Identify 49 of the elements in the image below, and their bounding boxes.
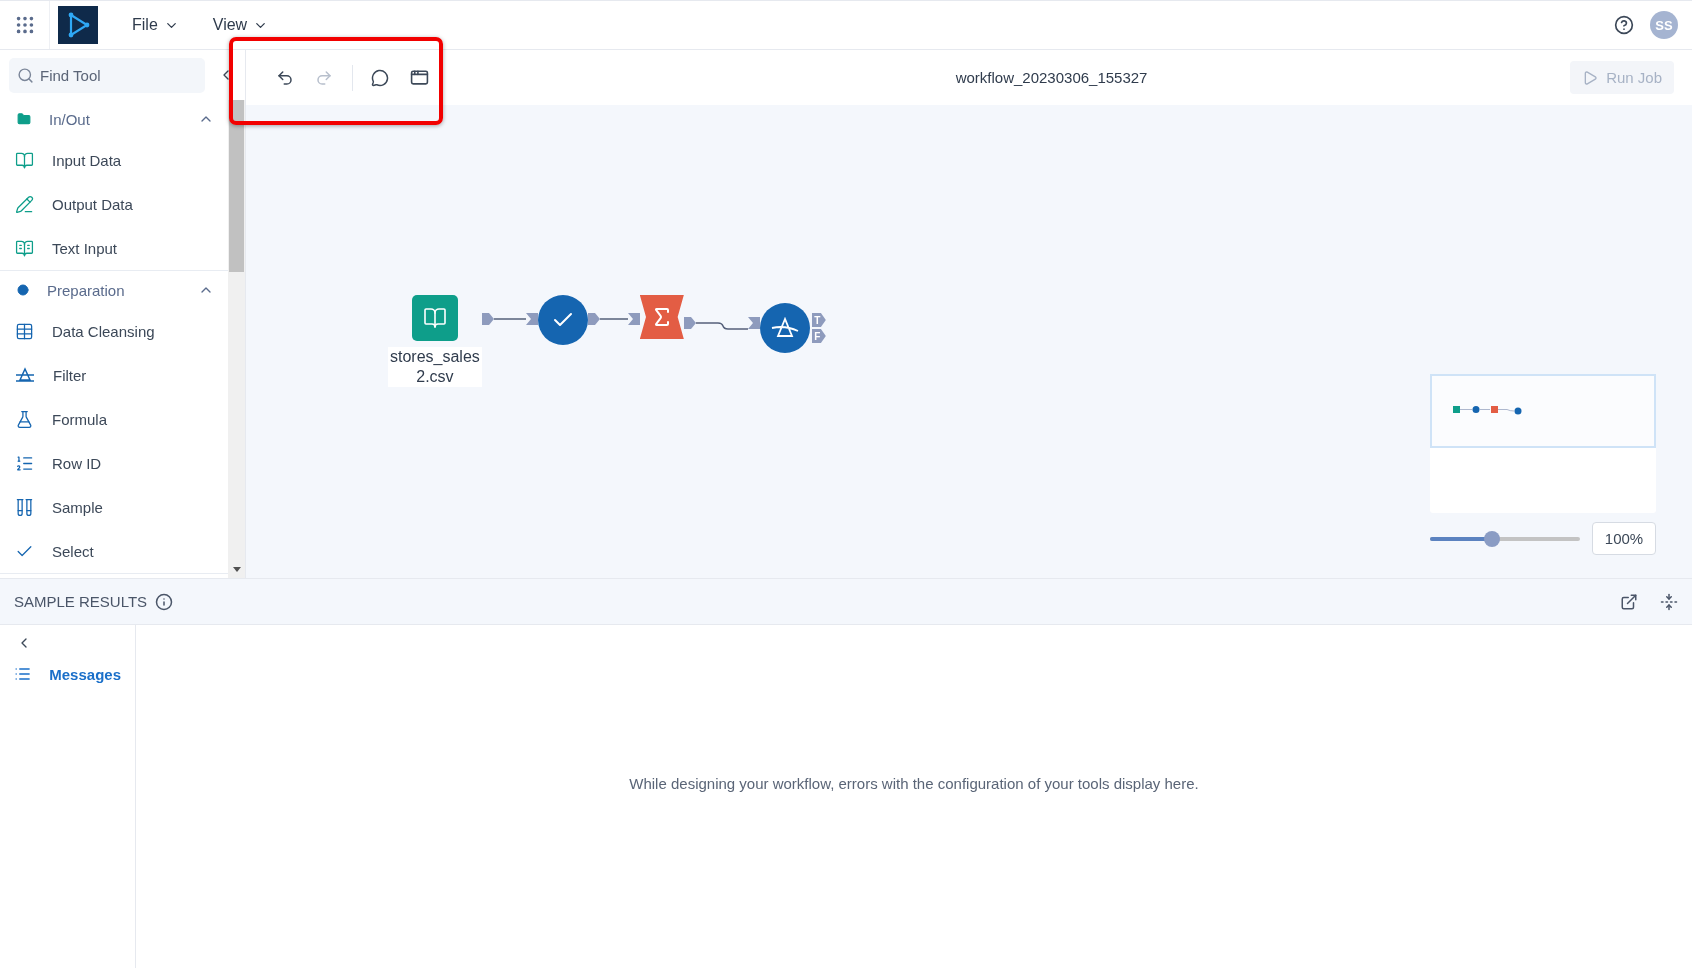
messages-tab[interactable]: Messages bbox=[0, 657, 135, 691]
info-icon[interactable] bbox=[155, 592, 174, 611]
tool-item[interactable]: Row ID bbox=[0, 441, 228, 485]
prism-icon bbox=[769, 317, 800, 339]
table-icon bbox=[15, 321, 34, 341]
search-icon bbox=[17, 66, 34, 84]
book-icon bbox=[422, 306, 447, 330]
prism-tool-node[interactable] bbox=[759, 303, 810, 353]
logo-icon[interactable] bbox=[58, 6, 98, 44]
tool-item[interactable]: Text Input bbox=[0, 226, 228, 270]
test-tubes-icon bbox=[15, 497, 34, 517]
tool-item[interactable]: Select bbox=[0, 529, 228, 573]
tool-item[interactable]: Formula bbox=[0, 397, 228, 441]
book-icon bbox=[15, 150, 34, 170]
book-tool-node[interactable] bbox=[411, 295, 458, 341]
tool-group-header[interactable]: In/Out bbox=[0, 100, 228, 138]
zoom-input-field[interactable]: 100% bbox=[1592, 522, 1656, 555]
scrollbar[interactable] bbox=[228, 100, 245, 578]
book-text-icon bbox=[15, 238, 34, 258]
undo-icon bbox=[276, 68, 294, 87]
tool-group-header[interactable]: Preparation bbox=[0, 271, 228, 309]
play-icon bbox=[1582, 69, 1599, 86]
node-label: stores_sales 2.csv bbox=[388, 347, 482, 387]
speech-bubble-icon bbox=[371, 68, 389, 87]
search-field[interactable]: Find Tool bbox=[9, 57, 205, 93]
slider-thumb[interactable] bbox=[1483, 530, 1500, 547]
menu-button[interactable]: File bbox=[124, 12, 187, 38]
flask-icon bbox=[15, 409, 34, 429]
redo-icon bbox=[315, 68, 333, 87]
empty-message: While designing your workflow, errors with the configuration of your tools display here. bbox=[629, 775, 1199, 794]
check-tool-node[interactable] bbox=[537, 295, 588, 345]
external-link-icon[interactable] bbox=[1620, 592, 1638, 611]
panel-title: SAMPLE RESULTS bbox=[14, 593, 148, 610]
zoom-slider[interactable] bbox=[1430, 530, 1580, 547]
tool-item[interactable]: Sample bbox=[0, 485, 228, 529]
menu-button[interactable]: View bbox=[204, 12, 277, 38]
tool-item[interactable]: Data Cleansing bbox=[0, 309, 228, 353]
list-icon bbox=[14, 665, 32, 683]
tool-item[interactable]: Filter bbox=[0, 353, 228, 397]
pencil-lines-icon bbox=[15, 194, 34, 214]
scroll-down-icon[interactable] bbox=[232, 567, 241, 572]
help-icon[interactable] bbox=[1614, 15, 1634, 35]
tool-item[interactable]: Input Data bbox=[0, 138, 228, 182]
window-icon bbox=[409, 68, 429, 87]
workflow-title: workflow_20230306_155327 bbox=[955, 69, 1148, 86]
sigma-tool-node[interactable] bbox=[639, 295, 684, 339]
prism-icon bbox=[15, 367, 35, 383]
collapse-panel-icon[interactable] bbox=[1660, 592, 1678, 611]
tool-item[interactable]: Output Data bbox=[0, 182, 228, 226]
